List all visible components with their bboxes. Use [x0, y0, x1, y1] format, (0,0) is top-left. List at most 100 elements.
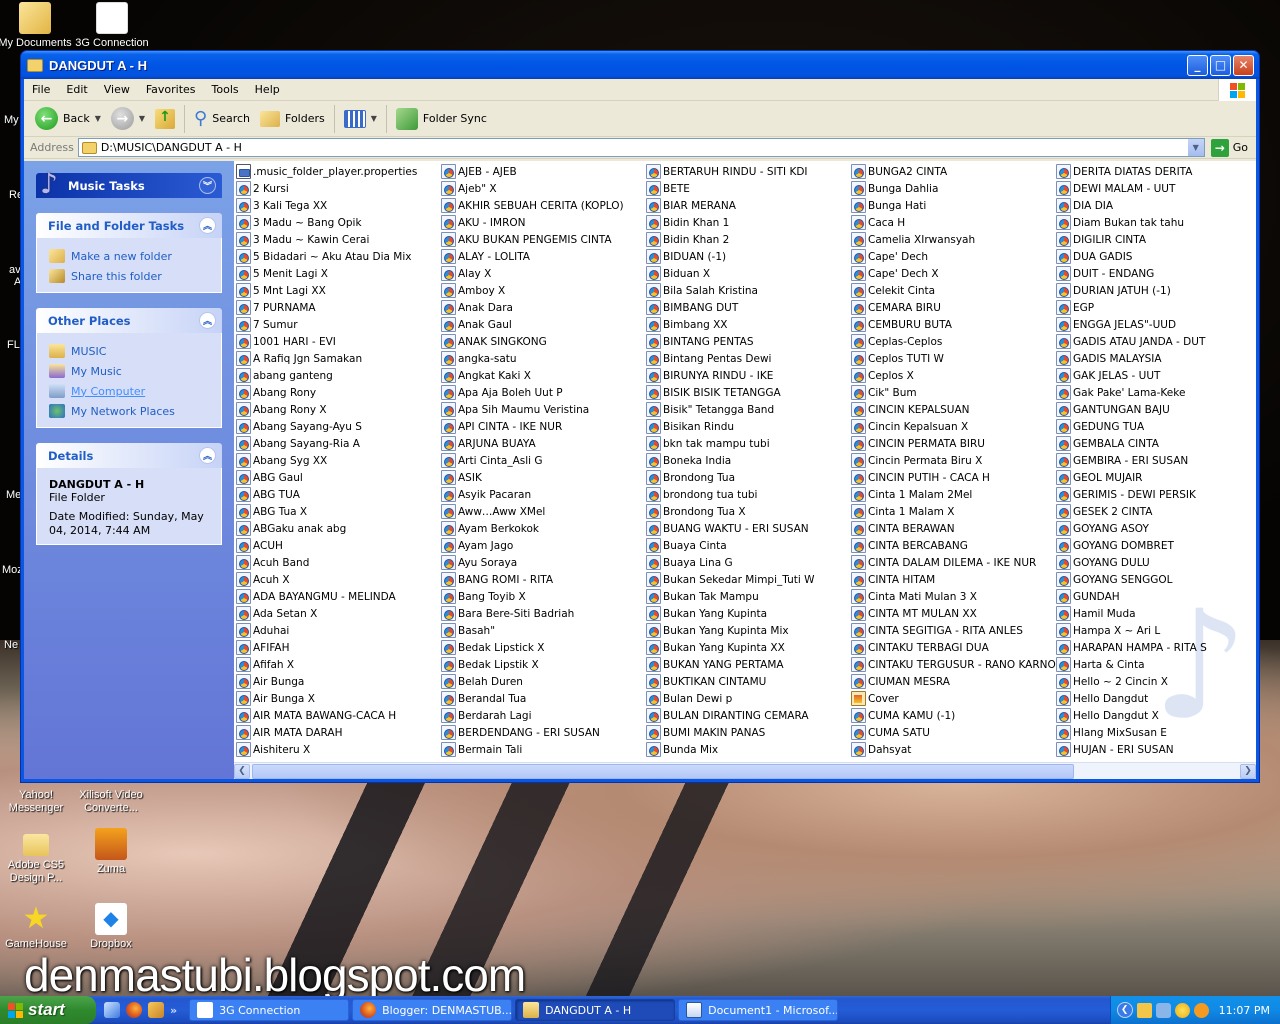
file-item[interactable]: Bimbang XX — [646, 316, 851, 333]
file-item[interactable]: Aduhai — [236, 622, 441, 639]
file-item[interactable]: DURIAN JATUH (-1) — [1056, 282, 1256, 299]
other-places-header[interactable]: Other Places ︽ — [36, 308, 222, 333]
taskbar-item-firefox[interactable]: Blogger: DENMASTUB... — [352, 999, 513, 1021]
file-item[interactable]: Arti Cinta_Asli G — [441, 452, 646, 469]
file-item[interactable]: 3 Kali Tega XX — [236, 197, 441, 214]
scroll-left-button[interactable]: ❮ — [234, 763, 250, 779]
file-item[interactable]: CIUMAN MESRA — [851, 673, 1056, 690]
file-item[interactable]: Cover — [851, 690, 1056, 707]
search-button[interactable]: ⚲ Search — [189, 104, 255, 134]
file-item[interactable]: EGP — [1056, 299, 1256, 316]
file-item[interactable]: Bukan Yang Kupinta Mix — [646, 622, 851, 639]
collapse-chevron-icon[interactable]: ︽ — [199, 312, 216, 329]
make-new-folder-link[interactable]: Make a new folder — [49, 246, 211, 266]
file-item[interactable]: Buaya Cinta — [646, 537, 851, 554]
file-item[interactable]: Bidin Khan 1 — [646, 214, 851, 231]
file-item[interactable]: BUKTIKAN CINTAMU — [646, 673, 851, 690]
desktop-icon-yahoo-messenger[interactable]: Yahoo! Messenger — [0, 789, 74, 815]
file-item[interactable]: BULAN DIRANTING CEMARA — [646, 707, 851, 724]
file-item[interactable]: BISIK BISIK TETANGGA — [646, 384, 851, 401]
file-item[interactable]: Bunda Mix — [646, 741, 851, 758]
file-item[interactable]: Acuh X — [236, 571, 441, 588]
file-item[interactable]: DUIT - ENDANG — [1056, 265, 1256, 282]
file-item[interactable]: Ceplos X — [851, 367, 1056, 384]
file-item[interactable]: 1001 HARI - EVI — [236, 333, 441, 350]
place-network-link[interactable]: My Network Places — [49, 401, 211, 421]
file-item[interactable]: HARAPAN HAMPA - RITA S — [1056, 639, 1256, 656]
file-item[interactable]: Buaya Lina G — [646, 554, 851, 571]
file-item[interactable]: CINTA MT MULAN XX — [851, 605, 1056, 622]
desktop-icon-zuma[interactable]: Zuma — [73, 828, 149, 876]
file-item[interactable]: GADIS MALAYSIA — [1056, 350, 1256, 367]
file-item[interactable]: BIRUNYA RINDU - IKE — [646, 367, 851, 384]
file-item[interactable]: Bara Bere-Siti Badriah — [441, 605, 646, 622]
file-item[interactable]: angka-satu — [441, 350, 646, 367]
file-item[interactable]: Bedak Lipstik X — [441, 656, 646, 673]
file-item[interactable]: CINTA HITAM — [851, 571, 1056, 588]
file-item[interactable]: Hello Dangdut X — [1056, 707, 1256, 724]
file-item[interactable]: BIMBANG DUT — [646, 299, 851, 316]
file-item[interactable]: Hampa X ~ Ari L — [1056, 622, 1256, 639]
file-folder-tasks-header[interactable]: File and Folder Tasks ︽ — [36, 213, 222, 238]
file-item[interactable]: Ajeb" X — [441, 180, 646, 197]
file-item[interactable]: 5 Mnt Lagi XX — [236, 282, 441, 299]
details-header[interactable]: Details ︽ — [36, 443, 222, 468]
file-item[interactable]: 5 Menit Lagi X — [236, 265, 441, 282]
file-item[interactable]: Anak Gaul — [441, 316, 646, 333]
music-tasks-header[interactable]: ♪ Music Tasks ︾ — [36, 167, 222, 200]
file-item[interactable]: ALAY - LOLITA — [441, 248, 646, 265]
file-item[interactable]: 3 Madu ~ Bang Opik — [236, 214, 441, 231]
file-item[interactable]: ABG Gaul — [236, 469, 441, 486]
forward-dropdown-icon[interactable]: ▼ — [139, 114, 145, 123]
file-item[interactable]: BIDUAN (-1) — [646, 248, 851, 265]
file-item[interactable]: CINCIN PUTIH - CACA H — [851, 469, 1056, 486]
file-item[interactable]: GEOL MUJAIR — [1056, 469, 1256, 486]
scrollbar-thumb[interactable] — [252, 763, 1074, 779]
file-item[interactable]: GOYANG DULU — [1056, 554, 1256, 571]
menu-tools[interactable]: Tools — [204, 83, 247, 96]
file-item[interactable]: Ayam Berkokok — [441, 520, 646, 537]
forward-button[interactable]: → ▼ — [106, 104, 150, 134]
file-item[interactable]: CINTAKU TERGUSUR - RANO KARNO — [851, 656, 1056, 673]
file-item[interactable]: ABGaku anak abg — [236, 520, 441, 537]
file-item[interactable]: Dahsyat — [851, 741, 1056, 758]
back-button[interactable]: ← Back ▼ — [30, 104, 106, 134]
place-my-music-link[interactable]: My Music — [49, 361, 211, 381]
file-item[interactable]: Apa Aja Boleh Uut P — [441, 384, 646, 401]
menu-edit[interactable]: Edit — [58, 83, 95, 96]
file-item[interactable]: Celekit Cinta — [851, 282, 1056, 299]
up-folder-button[interactable]: ↑ — [150, 104, 180, 134]
file-item[interactable]: DUA GADIS — [1056, 248, 1256, 265]
file-item[interactable]: CINTA SEGITIGA - RITA ANLES — [851, 622, 1056, 639]
file-item[interactable]: Apa Sih Maumu Veristina — [441, 401, 646, 418]
file-item[interactable]: Ada Setan X — [236, 605, 441, 622]
taskbar-item-3g-connection[interactable]: 3G Connection — [189, 999, 350, 1021]
file-item[interactable]: GEMBIRA - ERI SUSAN — [1056, 452, 1256, 469]
file-item[interactable]: GADIS ATAU JANDA - DUT — [1056, 333, 1256, 350]
file-item[interactable]: Bila Salah Kristina — [646, 282, 851, 299]
folders-button[interactable]: Folders — [255, 104, 330, 134]
file-item[interactable]: Ayam Jago — [441, 537, 646, 554]
file-item[interactable]: ABG Tua X — [236, 503, 441, 520]
desktop-icon-edge-label[interactable]: av — [9, 264, 21, 276]
minimize-button[interactable]: _ — [1187, 54, 1208, 76]
file-item[interactable]: CINTA BERAWAN — [851, 520, 1056, 537]
file-item[interactable]: GOYANG SENGGOL — [1056, 571, 1256, 588]
file-item[interactable]: DIGILIR CINTA — [1056, 231, 1256, 248]
avast-tray-icon[interactable] — [1193, 1002, 1209, 1018]
file-item[interactable]: Bintang Pentas Dewi — [646, 350, 851, 367]
share-folder-link[interactable]: Share this folder — [49, 266, 211, 286]
file-item[interactable]: Caca H — [851, 214, 1056, 231]
file-item[interactable]: ACUH — [236, 537, 441, 554]
file-item[interactable]: Cik" Bum — [851, 384, 1056, 401]
folder-sync-button[interactable]: Folder Sync — [391, 104, 492, 134]
file-item[interactable]: DIA DIA — [1056, 197, 1256, 214]
views-dropdown-icon[interactable]: ▼ — [371, 114, 377, 123]
file-item[interactable]: Abang Rony X — [236, 401, 441, 418]
yahoo-messenger-tray-icon[interactable] — [1174, 1002, 1190, 1018]
firefox-icon[interactable] — [126, 1002, 142, 1018]
file-item[interactable]: 5 Bidadari ~ Aku Atau Dia Mix — [236, 248, 441, 265]
file-item[interactable]: BIAR MERANA — [646, 197, 851, 214]
file-item[interactable]: Hlang MixSusan E — [1056, 724, 1256, 741]
file-item[interactable]: GOYANG DOMBRET — [1056, 537, 1256, 554]
